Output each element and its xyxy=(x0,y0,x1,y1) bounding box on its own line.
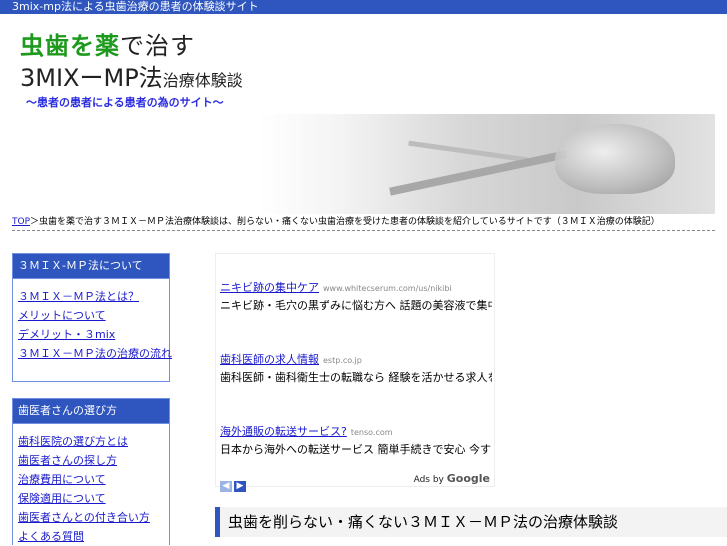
site-logo[interactable]: 虫歯を薬で治す 3MIXーMP法治療体験談 〜患者の患者による患者の為のサイト〜 xyxy=(12,14,303,114)
sidebar-item: よくある質問 xyxy=(18,527,169,546)
ad-url: estp.co.jp xyxy=(323,356,362,365)
google-logo: Google xyxy=(446,472,490,485)
breadcrumb-text: ＞虫歯を薬で治す３ＭＩＸ－ＭＰ法治療体験談は、削らない・痛くない虫歯治療を受けた… xyxy=(30,217,660,227)
sidebar-item: ３ＭＩＸ－ＭＰ法の治療の流れ xyxy=(18,344,172,363)
sidebar-link[interactable]: 歯科医院の選び方とは xyxy=(18,435,128,448)
top-bar-text: 3mix-mp法による虫歯治療の患者の体験談サイト xyxy=(12,0,259,13)
sidebar-menu: ３ＭＩＸ－ＭＰ法とは？ メリットについて デメリット・３mix ３ＭＩＸ－ＭＰ法… xyxy=(13,279,172,363)
google-ad-block: ニキビ跡の集中ケア www.whitecserum.com/us/nikibi ニ… xyxy=(215,253,495,492)
logo-line2-main: 3MIXーMP法 xyxy=(20,64,163,92)
main-section-heading: 虫歯を削らない・痛くない３ＭＩＸ－ＭＰ法の治療体験談 xyxy=(215,507,727,537)
sidebar-link[interactable]: ３ＭＩＸ－ＭＰ法とは？ xyxy=(18,290,139,303)
breadcrumb: TOP＞虫歯を薬で治す３ＭＩＸ－ＭＰ法治療体験談は、削らない・痛くない虫歯治療を… xyxy=(12,214,715,231)
ad-item[interactable]: 海外通販の転送サービス? tenso.com 日本から海外への転送サービス 簡単手… xyxy=(220,420,492,457)
ad-pager: ◀ ▶ xyxy=(220,473,248,492)
sidebar-item: ３ＭＩＸ－ＭＰ法とは？ xyxy=(18,287,169,306)
ad-item[interactable]: 歯科医師の求人情報 estp.co.jp 歯科医師・歯科衛生士の転職なら 経験を活… xyxy=(220,348,492,385)
sidebar-item: デメリット・３mix xyxy=(18,325,169,344)
header-banner-image xyxy=(258,114,715,214)
logo-line1-dark: で治す xyxy=(120,32,195,60)
ad-url: tenso.com xyxy=(350,428,393,437)
logo-tagline: 〜患者の患者による患者の為のサイト〜 xyxy=(26,96,224,109)
sidebar-box-about: ３ＭＩＸ-ＭＰ法について ３ＭＩＸ－ＭＰ法とは？ メリットについて デメリット・… xyxy=(12,253,172,382)
sidebar-link[interactable]: 治療費用について xyxy=(18,473,106,486)
sidebar-item: 保険適用について xyxy=(18,489,169,508)
sidebar-item: 歯医者さんとの付き合い方 xyxy=(18,508,169,527)
banner-dental-lamp xyxy=(555,124,675,194)
sidebar-link[interactable]: デメリット・３mix xyxy=(18,328,115,341)
sidebar-link[interactable]: 保険適用について xyxy=(18,492,106,505)
sidebar-item: メリットについて xyxy=(18,306,169,325)
sidebar-link[interactable]: よくある質問 xyxy=(18,530,84,543)
sidebar-link[interactable]: メリットについて xyxy=(18,309,106,322)
sidebar-link[interactable]: ３ＭＩＸ－ＭＰ法の治療の流れ xyxy=(18,347,172,360)
banner-instrument-arm xyxy=(408,140,528,163)
logo-line2: 3MIXーMP法治療体験談 xyxy=(20,58,243,93)
sidebar-menu: 歯科医院の選び方とは 歯医者さんの探し方 治療費用について 保険適用について 歯… xyxy=(13,424,169,546)
sidebar-link[interactable]: 歯医者さんとの付き合い方 xyxy=(18,511,150,524)
banner-instrument-arm xyxy=(389,150,567,196)
sidebar-box-title: ３ＭＩＸ-ＭＰ法について xyxy=(13,254,169,279)
main-heading-text: 虫歯を削らない・痛くない３ＭＩＸ－ＭＰ法の治療体験談 xyxy=(228,513,619,531)
sidebar-box-dentist: 歯医者さんの選び方 歯科医院の選び方とは 歯医者さんの探し方 治療費用について … xyxy=(12,398,170,545)
ads-by-prefix: Ads by xyxy=(413,475,447,485)
ads-by-google[interactable]: Ads by Google xyxy=(414,472,490,485)
logo-line2-small: 治療体験談 xyxy=(162,71,243,90)
ad-title-link[interactable]: 歯科医師の求人情報 xyxy=(220,353,319,366)
logo-line1-green: 虫歯を薬 xyxy=(20,32,120,60)
breadcrumb-top-link[interactable]: TOP xyxy=(12,217,30,227)
sidebar-item: 歯医者さんの探し方 xyxy=(18,451,169,470)
ad-url: www.whitecserum.com/us/nikibi xyxy=(323,284,452,293)
sidebar-box-title: 歯医者さんの選び方 xyxy=(13,399,169,424)
sidebar-link[interactable]: 歯医者さんの探し方 xyxy=(18,454,117,467)
ad-prev-arrow-icon[interactable]: ◀ xyxy=(220,481,232,492)
ad-description: ニキビ跡・毛穴の黒ずみに悩む方へ 話題の美容液で集中ケアしましょう xyxy=(220,299,492,312)
ad-title-link[interactable]: 海外通販の転送サービス? xyxy=(220,425,347,438)
ad-next-arrow-icon[interactable]: ▶ xyxy=(234,481,246,492)
ad-title-link[interactable]: ニキビ跡の集中ケア xyxy=(220,281,319,294)
ad-item[interactable]: ニキビ跡の集中ケア www.whitecserum.com/us/nikibi ニ… xyxy=(220,276,492,313)
top-bar: 3mix-mp法による虫歯治療の患者の体験談サイト xyxy=(0,0,727,14)
logo-line1: 虫歯を薬で治す xyxy=(20,26,195,61)
ad-description: 日本から海外への転送サービス 簡単手続きで安心 今すぐ登録 xyxy=(220,443,492,456)
sidebar-item: 歯科医院の選び方とは xyxy=(18,432,169,451)
ad-description: 歯科医師・歯科衛生士の転職なら 経験を活かせる求人を多数掲載中 xyxy=(220,371,492,384)
sidebar-item: 治療費用について xyxy=(18,470,169,489)
